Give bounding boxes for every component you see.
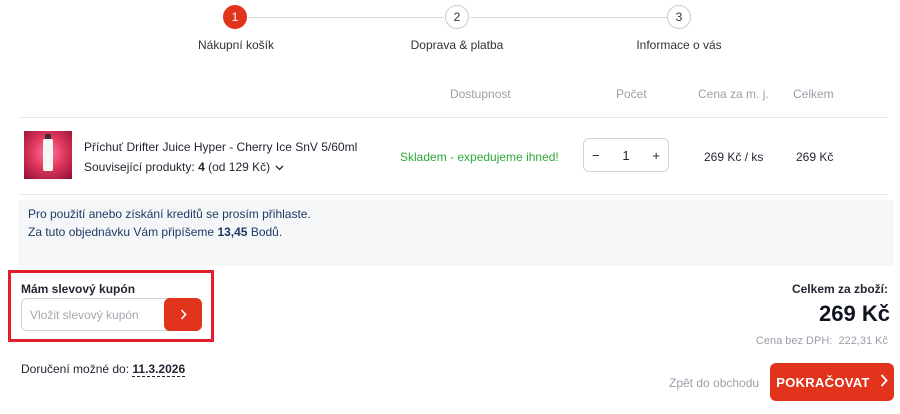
quantity-value[interactable]: 1	[622, 148, 629, 163]
related-count: 4	[198, 160, 205, 174]
credits-points-value: 13,45	[217, 225, 248, 239]
continue-button[interactable]: POKRAČOVAT	[770, 363, 894, 401]
delivery-label: Doručení možné do:	[21, 362, 130, 376]
header-quantity: Počet	[616, 87, 647, 101]
coupon-apply-button[interactable]	[164, 298, 202, 331]
chevron-right-icon	[180, 307, 187, 323]
back-to-shop-link[interactable]: Zpět do obchodu	[669, 376, 759, 390]
net-price-value: 222,31 Kč	[838, 335, 888, 347]
unit-price: 269 Kč / ks	[704, 150, 764, 164]
summary-label: Celkem za zboží:	[791, 282, 888, 296]
related-label: Související produkty:	[84, 160, 195, 174]
chevron-down-icon	[275, 163, 284, 174]
table-header-divider	[18, 117, 888, 118]
header-total: Celkem	[793, 87, 834, 101]
summary-total: 269 Kč	[819, 301, 890, 326]
coupon-title: Mám slevový kupón	[21, 282, 136, 296]
delivery-date[interactable]: 11.3.2026	[132, 362, 186, 377]
table-row-divider	[18, 194, 888, 195]
step-1-indicator: 1	[223, 5, 247, 29]
stock-status: Skladem - expedujeme ihned!	[400, 150, 559, 164]
row-total-price: 269 Kč	[796, 150, 834, 164]
credits-points-line: Za tuto objednávku Vám připíšeme 13,45 B…	[28, 225, 283, 239]
product-thumbnail[interactable]	[24, 131, 72, 179]
header-unit-price: Cena za m. j.	[698, 87, 769, 101]
continue-label: POKRAČOVAT	[776, 374, 870, 390]
step-3-label[interactable]: Informace o vás	[636, 38, 721, 52]
header-availability: Dostupnost	[450, 87, 511, 101]
credits-login-hint: Pro použití anebo získání kreditů se pro…	[28, 207, 311, 221]
step-3-indicator[interactable]: 3	[667, 5, 691, 29]
quantity-decrease-button[interactable]: −	[592, 148, 600, 163]
coupon-input[interactable]	[21, 298, 169, 331]
quantity-increase-button[interactable]: +	[652, 148, 660, 163]
step-connector-2	[470, 17, 667, 18]
related-products-toggle[interactable]: Související produkty: 4 (od 129 Kč)	[84, 160, 284, 174]
step-2-indicator[interactable]: 2	[445, 5, 469, 29]
delivery-estimate: Doručení možné do: 11.3.2026	[21, 362, 186, 377]
net-price: Cena bez DPH: 222,31 Kč	[755, 335, 888, 347]
quantity-stepper[interactable]: − 1 +	[583, 138, 669, 172]
step-2-label[interactable]: Doprava & platba	[411, 38, 504, 52]
chevron-right-icon	[880, 374, 888, 390]
credits-info-box: Pro použití anebo získání kreditů se pro…	[18, 200, 894, 266]
step-connector-1	[248, 17, 444, 18]
step-1-label: Nákupní košík	[197, 38, 275, 52]
product-name-link[interactable]: Příchuť Drifter Juice Hyper - Cherry Ice…	[84, 140, 357, 154]
related-price-from: (od 129 Kč)	[208, 160, 271, 174]
